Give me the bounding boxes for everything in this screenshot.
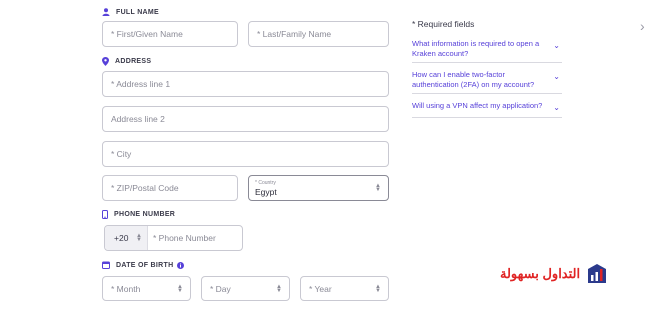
day-select[interactable]: * Day ▲ ▼	[201, 276, 290, 301]
chevron-right-icon[interactable]: ›	[640, 18, 645, 34]
watermark-text: التداول بسهولة	[500, 266, 581, 281]
watermark-logo-icon	[588, 264, 607, 283]
city-placeholder: * City	[111, 149, 132, 159]
phone-number-placeholder[interactable]: * Phone Number	[153, 233, 216, 243]
country-select[interactable]: * Country Egypt ▲ ▼	[248, 175, 389, 201]
chevron-up-down-icon: ▲ ▼	[276, 283, 282, 294]
chevron-up-down-icon: ▲ ▼	[375, 183, 381, 193]
chevron-up-down-icon: ▲ ▼	[136, 233, 142, 243]
faq-question: Will using a VPN affect my application?	[412, 101, 543, 110]
address-line1-input[interactable]: * Address line 1	[102, 71, 389, 97]
zip-input[interactable]: * ZIP/Postal Code	[102, 175, 238, 201]
chevron-up-down-icon: ▲ ▼	[177, 283, 183, 294]
city-input[interactable]: * City	[102, 141, 389, 167]
last-name-input[interactable]: * Last/Family Name	[248, 21, 389, 47]
chevron-down-icon: ⌄	[553, 72, 560, 81]
country-value: Egypt	[255, 187, 277, 197]
year-placeholder: * Year	[309, 283, 332, 294]
watermark: التداول بسهولة	[500, 263, 608, 285]
phone-prefix-value: +20	[114, 233, 129, 243]
address-line1-placeholder: * Address line 1	[111, 79, 171, 89]
phone-prefix-select[interactable]: +20 ▲ ▼	[105, 226, 148, 250]
full-name-label-row: FULL NAME	[102, 8, 159, 16]
first-name-placeholder: * First/Given Name	[111, 29, 183, 39]
phone-icon	[102, 210, 108, 219]
chevron-down-icon: ⌄	[553, 103, 560, 112]
faq-item-1[interactable]: What information is required to open a K…	[412, 39, 562, 63]
last-name-placeholder: * Last/Family Name	[257, 29, 332, 39]
chevron-down-icon: ⌄	[553, 41, 560, 50]
faq-item-2[interactable]: How can I enable two-factor authenticati…	[412, 70, 562, 94]
zip-placeholder: * ZIP/Postal Code	[111, 183, 179, 193]
dob-label-row: DATE OF BIRTH	[102, 261, 190, 269]
calendar-icon	[102, 261, 110, 269]
required-fields-note: * Required fields	[412, 19, 475, 29]
dob-label: DATE OF BIRTH	[116, 261, 174, 269]
chevron-up-down-icon: ▲ ▼	[375, 283, 381, 294]
phone-label: PHONE NUMBER	[114, 211, 176, 218]
day-placeholder: * Day	[210, 283, 231, 294]
faq-question: How can I enable two-factor authenticati…	[412, 70, 535, 89]
phone-number-group: +20 ▲ ▼ * Phone Number	[104, 225, 243, 251]
month-select[interactable]: * Month ▲ ▼	[102, 276, 191, 301]
month-placeholder: * Month	[111, 283, 141, 294]
full-name-label: FULL NAME	[116, 8, 160, 16]
info-icon[interactable]	[177, 261, 185, 269]
address-line2-placeholder: Address line 2	[111, 114, 165, 124]
phone-label-row: PHONE NUMBER	[102, 210, 175, 219]
faq-item-3[interactable]: Will using a VPN affect my application? …	[412, 101, 562, 118]
first-name-input[interactable]: * First/Given Name	[102, 21, 238, 47]
year-select[interactable]: * Year ▲ ▼	[300, 276, 389, 301]
address-label: ADDRESS	[115, 58, 152, 65]
country-field-label: * Country	[255, 180, 276, 186]
address-label-row: ADDRESS	[102, 57, 151, 66]
faq-question: What information is required to open a K…	[412, 39, 540, 58]
location-pin-icon	[102, 57, 109, 66]
address-line2-input[interactable]: Address line 2	[102, 106, 389, 132]
user-icon	[102, 8, 110, 16]
